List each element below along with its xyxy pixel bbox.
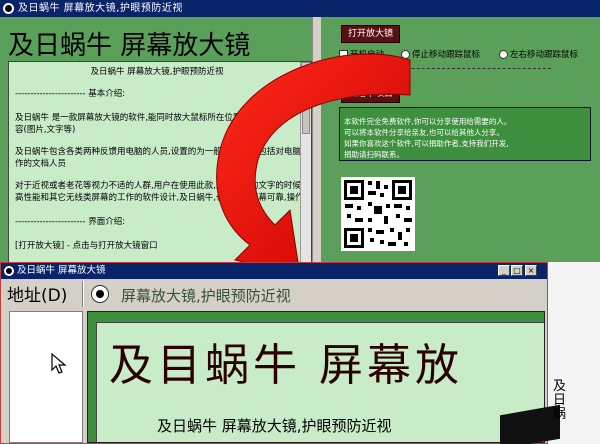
app-logo-icon — [4, 266, 14, 276]
maximize-icon[interactable]: □ — [511, 265, 523, 276]
magnifier-titlebar[interactable]: 及日蜗牛 屏幕放大镜 _ □ × — [1, 263, 547, 279]
vertical-text: 及日蜗 — [553, 379, 567, 422]
magnified-view[interactable]: 及目蜗牛 屏幕放 及日蜗牛 屏幕放大镜,护眼预防近视 — [87, 311, 545, 443]
close-icon[interactable]: × — [525, 265, 537, 276]
side-follow-radio[interactable]: 左右移动跟踪鼠标 — [499, 48, 578, 60]
magnifier-side-panel[interactable] — [9, 311, 83, 443]
magnified-panel: 及目蜗牛 屏幕放 及日蜗牛 屏幕放大镜,护眼预防近视 — [96, 322, 544, 442]
magnified-header-text: 屏幕放大镜,护眼预防近视 — [121, 287, 291, 305]
eye-logo-icon — [91, 285, 109, 303]
address-label[interactable]: 地址(D) — [7, 281, 67, 306]
radio-icon — [499, 50, 508, 59]
app-logo-icon — [3, 3, 14, 14]
magnifier-title: 及日蜗牛 屏幕放大镜 — [17, 265, 106, 276]
magnified-line: 及日蜗牛 屏幕放大镜,护眼预防近视 — [157, 417, 392, 435]
magnified-heading: 及目蜗牛 屏幕放 — [109, 340, 463, 391]
toolbar-separator — [82, 281, 84, 307]
main-window-titlebar[interactable]: 及日蜗牛 屏幕放大镜,护眼预防近视 — [0, 0, 600, 17]
red-arrow-icon — [216, 53, 411, 276]
mouse-cursor-icon — [51, 352, 67, 374]
desktop-screenshot: 及日蜗牛 屏幕放大镜,护眼预防近视 及日蜗牛 屏幕放大镜 及日蜗牛 屏幕放大镜,… — [0, 0, 600, 444]
main-window-title: 及日蜗牛 屏幕放大镜,护眼预防近视 — [18, 3, 183, 14]
minimize-icon[interactable]: _ — [498, 265, 510, 276]
magnifier-window[interactable]: 及日蜗牛 屏幕放大镜 _ □ × 地址(D) 屏幕放大镜,护眼预防近视 及目蜗牛… — [0, 262, 548, 444]
